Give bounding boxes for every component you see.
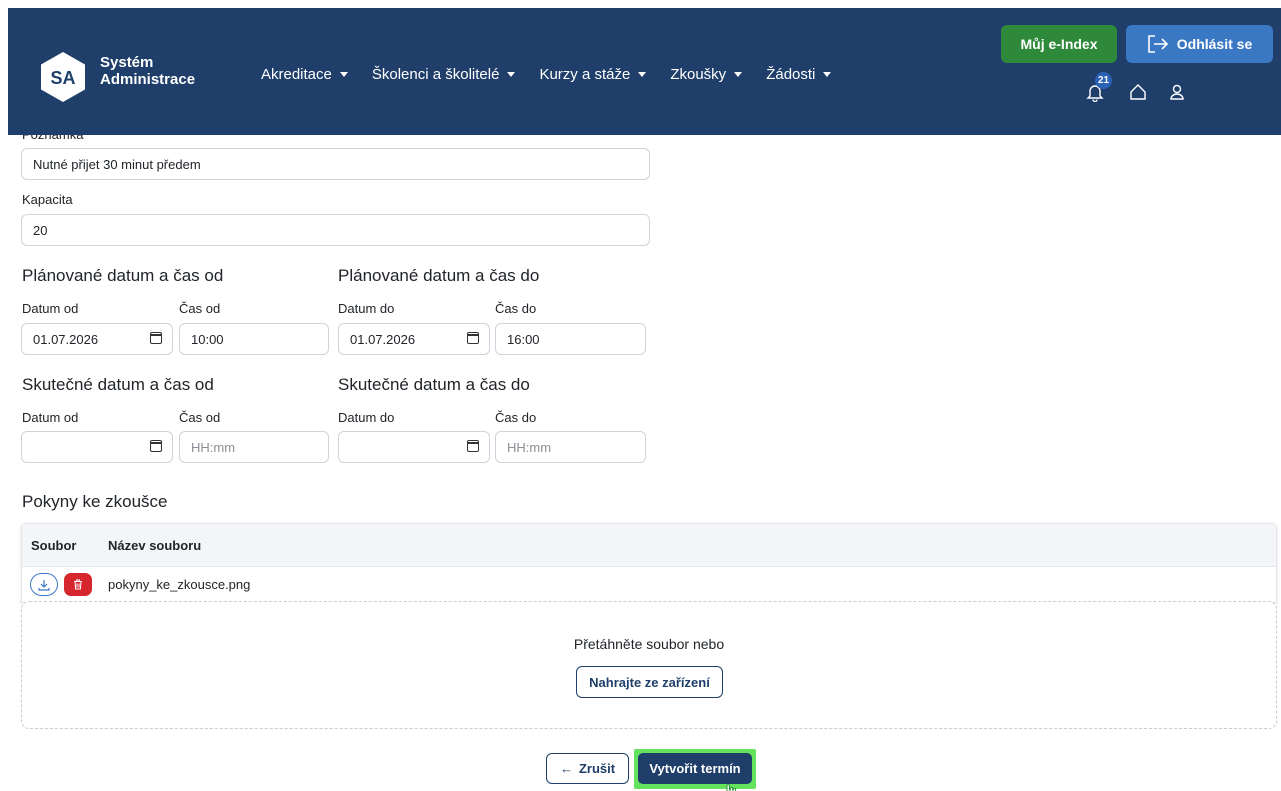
row-actions (22, 573, 108, 596)
date-value: 01.07.2026 (350, 331, 416, 347)
capacity-label: Kapacita (22, 192, 73, 207)
nav-zadosti[interactable]: Žádosti (766, 66, 832, 83)
delete-button[interactable] (64, 573, 92, 596)
planned-date-to-label: Datum do (338, 301, 395, 316)
top-navbar: SA Systém Administrace Akreditace Školen… (8, 8, 1281, 135)
calendar-icon[interactable] (150, 332, 162, 344)
planned-date-from-label: Datum od (22, 301, 79, 316)
nav-akreditace[interactable]: Akreditace (261, 66, 348, 83)
file-name[interactable]: pokyny_ke_zkousce.png (108, 577, 250, 592)
caret-down-icon (734, 72, 743, 77)
actual-date-from-label: Datum od (22, 410, 79, 425)
planned-date-to-input[interactable]: 01.07.2026 (338, 323, 490, 355)
column-header-filename: Název souboru (108, 537, 202, 553)
app-name-line1: Systém (100, 54, 154, 71)
nav-label: Školenci a školitelé (371, 66, 500, 83)
dropzone-text: Přetáhněte soubor nebo (573, 636, 725, 652)
planned-date-from-input[interactable]: 01.07.2026 (21, 323, 173, 355)
files-heading: Pokyny ke zkoušce (22, 492, 168, 511)
logout-icon (1147, 35, 1168, 53)
my-eindex-button[interactable]: Můj e-Index (1001, 25, 1117, 63)
trash-icon (74, 579, 82, 590)
nav-skolenci[interactable]: Školenci a školitelé (372, 66, 516, 83)
notification-count-badge: 21 (1095, 72, 1112, 89)
actual-time-from-label: Čas od (179, 410, 221, 425)
planned-time-to-input[interactable]: 16:00 (495, 323, 646, 355)
caret-down-icon (823, 72, 832, 77)
actual-date-to-label: Datum do (338, 410, 395, 425)
nav-kurzy[interactable]: Kurzy a stáže (539, 66, 647, 83)
logout-button[interactable]: Odhlásit se (1126, 25, 1273, 63)
arrow-left-icon: ← (559, 761, 573, 776)
svg-text:SA: SA (50, 68, 75, 88)
logo-hexagon-icon: SA (41, 52, 85, 102)
nav-zkousky[interactable]: Zkoušky (670, 66, 743, 83)
actual-time-to-input[interactable]: HH:mm (495, 431, 646, 463)
app-name-line2: Administrace (100, 71, 196, 88)
nav-label: Kurzy a stáže (539, 66, 631, 83)
note-input[interactable]: Nutné přijet 30 minut předem (21, 148, 650, 180)
actual-from-heading: Skutečné datum a čas od (22, 375, 214, 394)
planned-time-from-input[interactable]: 10:00 (179, 323, 329, 355)
actual-time-to-label: Čas do (495, 410, 537, 425)
calendar-icon[interactable] (150, 440, 162, 452)
calendar-icon[interactable] (467, 440, 479, 452)
actual-date-from-input[interactable] (21, 431, 173, 463)
capacity-input[interactable]: 20 (21, 214, 650, 246)
caret-down-icon (339, 72, 348, 77)
nav-label: Akreditace (261, 66, 332, 83)
date-value: 01.07.2026 (33, 331, 99, 347)
actual-date-to-input[interactable] (338, 431, 490, 463)
main-nav: Akreditace Školenci a školitelé Kurzy a … (261, 66, 855, 83)
download-button[interactable] (30, 573, 58, 596)
file-dropzone[interactable]: Přetáhněte soubor nebo Nahrajte ze zaříz… (21, 601, 1277, 729)
create-term-button[interactable]: Vytvořit termín (638, 753, 752, 784)
calendar-icon[interactable] (467, 332, 479, 344)
user-icon[interactable] (1167, 82, 1187, 102)
caret-down-icon (507, 72, 516, 77)
files-table: Soubor Název souboru pokyny_ke_zkousce.p… (21, 523, 1277, 603)
column-header-file: Soubor (31, 537, 77, 553)
nav-label: Zkoušky (670, 66, 727, 83)
logout-label: Odhlásit se (1176, 36, 1253, 52)
caret-down-icon (638, 72, 647, 77)
planned-time-to-label: Čas do (495, 301, 537, 316)
app-name: Systém Administrace (100, 54, 195, 88)
logo-badge[interactable]: SA (40, 51, 86, 103)
table-row: pokyny_ke_zkousce.png (22, 567, 1276, 602)
upload-from-device-button[interactable]: Nahrajte ze zařízení (576, 666, 723, 698)
planned-time-from-label: Čas od (179, 301, 221, 316)
actual-time-from-input[interactable]: HH:mm (179, 431, 329, 463)
actual-to-heading: Skutečné datum a čas do (338, 375, 530, 394)
table-header: Soubor Název souboru (22, 524, 1276, 567)
page: SA Systém Administrace Akreditace Školen… (8, 8, 1281, 791)
hand-cursor-icon (726, 784, 737, 791)
download-icon (38, 579, 50, 591)
nav-label: Žádosti (766, 66, 816, 83)
planned-from-heading: Plánované datum a čas od (22, 266, 224, 285)
cancel-label: Zrušit (578, 761, 616, 776)
cancel-button[interactable]: ← Zrušit (546, 753, 629, 784)
home-icon[interactable] (1128, 82, 1148, 102)
planned-to-heading: Plánované datum a čas do (338, 266, 540, 285)
